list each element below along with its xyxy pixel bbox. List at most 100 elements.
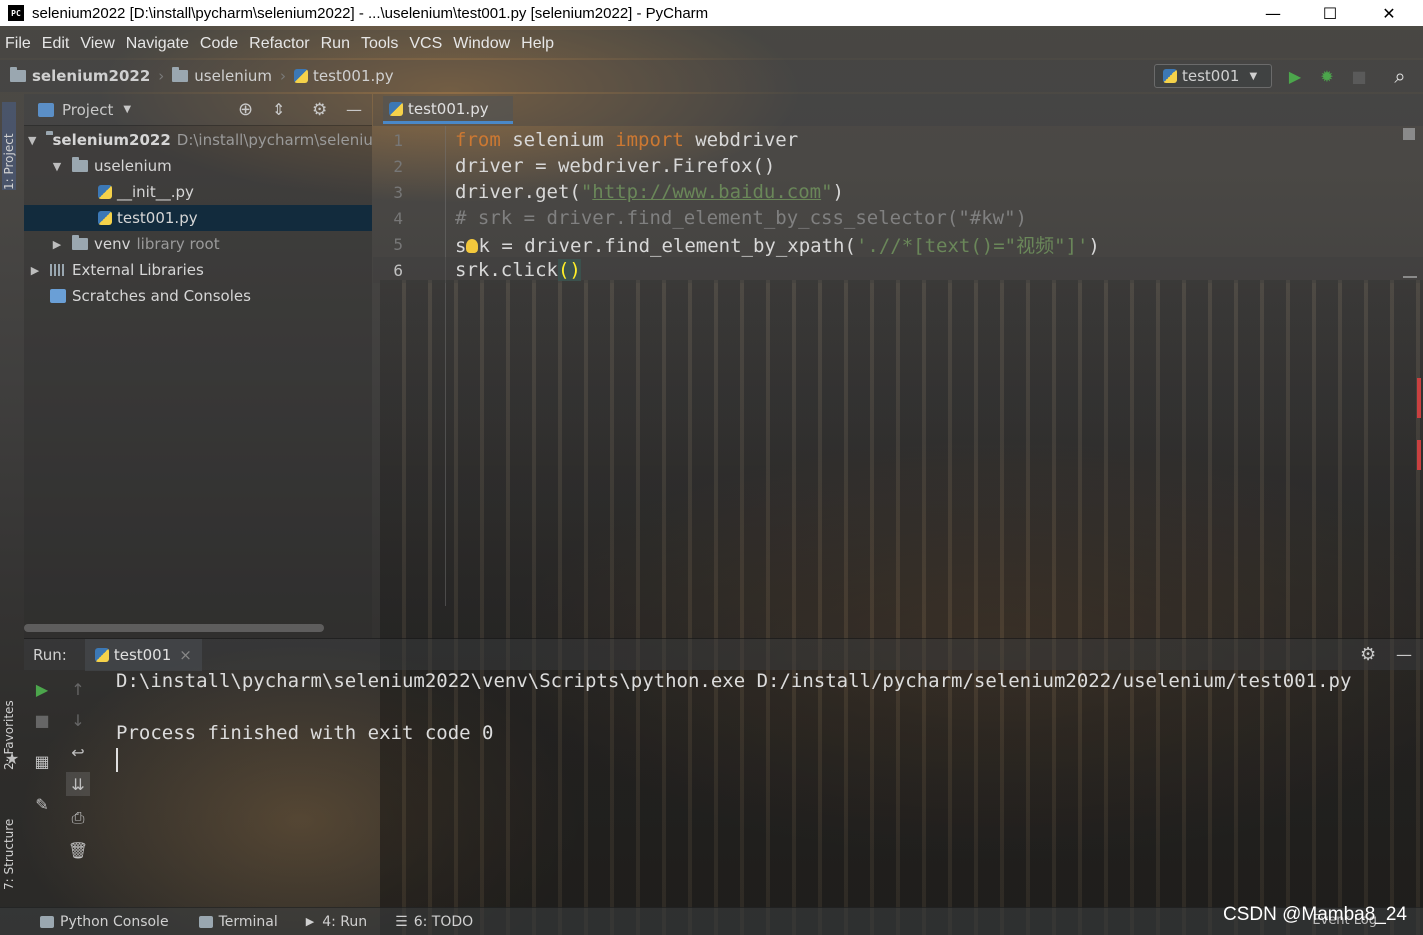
console-output[interactable]: D:\install\pycharm\selenium2022\venv\Scr… bbox=[104, 670, 1423, 905]
tree-item-project-root[interactable]: ▼ selenium2022 D:\install\pycharm\seleni… bbox=[24, 127, 372, 153]
tree-item-init-py[interactable]: __init__.py bbox=[24, 179, 372, 205]
breadcrumb: selenium2022 › uselenium › test001.py bbox=[0, 67, 394, 85]
line-number: 6 bbox=[393, 260, 403, 280]
error-stripe-marker[interactable] bbox=[1417, 378, 1421, 418]
code-line[interactable]: 3 driver.get("http://www.baidu.com") bbox=[373, 179, 1423, 205]
python-console-tab[interactable]: Python Console bbox=[40, 914, 169, 930]
stop-button[interactable]: ■ bbox=[1349, 66, 1369, 86]
project-view-selector[interactable]: Project bbox=[62, 101, 113, 119]
print-icon[interactable]: ⎙ bbox=[66, 806, 90, 830]
terminal-tab[interactable]: Terminal bbox=[198, 914, 278, 930]
menu-refactor[interactable]: Refactor bbox=[249, 35, 309, 53]
breadcrumb-separator: › bbox=[280, 67, 287, 85]
menu-file[interactable]: File bbox=[5, 35, 31, 53]
code-text: srk.click() bbox=[455, 259, 581, 281]
code-line[interactable]: 4 # srk = driver.find_element_by_css_sel… bbox=[373, 205, 1423, 231]
maximize-button[interactable]: ☐ bbox=[1307, 0, 1353, 26]
menu-navigate[interactable]: Navigate bbox=[126, 35, 189, 53]
run-tab-test001[interactable]: test001 × bbox=[84, 638, 202, 671]
terminal-icon bbox=[198, 915, 213, 928]
close-tab-icon[interactable]: × bbox=[179, 646, 192, 664]
locate-file-icon[interactable]: ⊕ bbox=[238, 99, 253, 120]
expand-arrow-icon[interactable]: ▶ bbox=[28, 264, 42, 277]
code-comment: # srk = driver.find_element_by_css_selec… bbox=[455, 207, 1027, 229]
python-file-icon bbox=[389, 101, 403, 116]
library-icon bbox=[50, 264, 66, 276]
line-number: 3 bbox=[393, 182, 403, 202]
code-line[interactable]: 5 sk = driver.find_element_by_xpath('.//… bbox=[373, 231, 1423, 257]
expand-arrow-icon[interactable]: ▼ bbox=[28, 134, 36, 147]
todo-tab[interactable]: ☰ 6: TODO bbox=[395, 914, 473, 930]
menu-tools[interactable]: Tools bbox=[361, 35, 398, 53]
run-button[interactable]: ▶ bbox=[1285, 66, 1305, 86]
up-arrow-icon[interactable]: ↑ bbox=[66, 677, 90, 701]
trash-icon[interactable]: 🗑 bbox=[66, 838, 90, 862]
list-icon: ☰ bbox=[395, 913, 408, 930]
search-everywhere-button[interactable]: ⌕ bbox=[1390, 64, 1410, 88]
tab-label: Python Console bbox=[60, 913, 169, 930]
breadcrumb-folder[interactable]: uselenium bbox=[194, 67, 272, 85]
editor-tab-test001[interactable]: test001.py bbox=[383, 96, 513, 124]
tree-item-label: Scratches and Consoles bbox=[72, 287, 251, 305]
code-line-current[interactable]: 6 srk.click() bbox=[373, 257, 1423, 283]
menu-vcs[interactable]: VCS bbox=[409, 35, 442, 53]
scroll-to-end-icon[interactable]: ⇊ bbox=[66, 772, 90, 796]
lightbulb-icon[interactable] bbox=[466, 239, 479, 253]
pin-icon[interactable]: ✎ bbox=[30, 792, 54, 816]
horizontal-scrollbar[interactable] bbox=[24, 624, 324, 632]
breadcrumb-project[interactable]: selenium2022 bbox=[32, 67, 150, 85]
console-line: Process finished with exit code 0 bbox=[116, 722, 494, 744]
debug-button[interactable]: ✹ bbox=[1317, 66, 1337, 86]
expand-arrow-icon[interactable]: ▶ bbox=[50, 238, 64, 251]
tree-item-scratches[interactable]: Scratches and Consoles bbox=[24, 283, 372, 309]
breadcrumb-file[interactable]: test001.py bbox=[313, 67, 394, 85]
tool-tab-project[interactable]: 1: Project bbox=[2, 102, 16, 190]
run-panel-header: Run: test001 × ⚙ — bbox=[24, 638, 1423, 671]
gear-icon[interactable]: ⚙ bbox=[312, 100, 327, 120]
python-file-icon bbox=[98, 211, 112, 225]
run-tool-tab[interactable]: ▶ 4: Run bbox=[306, 914, 367, 930]
menu-code[interactable]: Code bbox=[200, 35, 238, 53]
gear-icon[interactable]: ⚙ bbox=[1360, 644, 1376, 665]
title-bar: PC selenium2022 [D:\install\pycharm\sele… bbox=[0, 0, 1423, 26]
collapse-all-icon[interactable]: ⇕ bbox=[272, 100, 285, 119]
menu-window[interactable]: Window bbox=[453, 35, 510, 53]
tree-item-external-libraries[interactable]: ▶ External Libraries bbox=[24, 257, 372, 283]
tree-item-label: __init__.py bbox=[117, 183, 194, 201]
code-editor[interactable]: 1 from selenium import webdriver 2 drive… bbox=[373, 126, 1423, 636]
hide-panel-icon[interactable]: — bbox=[1396, 645, 1412, 664]
folder-icon bbox=[72, 235, 88, 250]
run-panel-label: Run: bbox=[33, 645, 67, 664]
error-stripe-marker[interactable] bbox=[1417, 440, 1421, 470]
hide-panel-icon[interactable]: — bbox=[346, 100, 362, 119]
inspection-status-icon[interactable] bbox=[1403, 128, 1415, 140]
run-configuration-select[interactable]: test001 ▼ bbox=[1154, 64, 1272, 88]
menu-help[interactable]: Help bbox=[521, 35, 554, 53]
tab-label: 6: TODO bbox=[413, 913, 474, 930]
down-arrow-icon[interactable]: ↓ bbox=[66, 708, 90, 732]
code-line[interactable]: 2 driver = webdriver.Firefox() bbox=[373, 153, 1423, 179]
rerun-icon[interactable]: ▶ bbox=[30, 677, 54, 701]
tool-tab-structure[interactable]: 7: Structure bbox=[2, 794, 16, 890]
folder-icon bbox=[72, 157, 88, 172]
project-folder-icon bbox=[10, 67, 26, 82]
run-configuration-label: test001 bbox=[1182, 67, 1240, 85]
tree-item-uselenium[interactable]: ▼ uselenium bbox=[24, 153, 372, 179]
stop-icon[interactable]: ■ bbox=[30, 708, 54, 732]
tree-item-venv[interactable]: ▶ venv library root bbox=[24, 231, 372, 257]
layout-icon[interactable]: ▦ bbox=[30, 749, 54, 773]
chevron-down-icon[interactable]: ▼ bbox=[123, 104, 131, 115]
soft-wrap-icon[interactable]: ↩ bbox=[66, 740, 90, 764]
tree-item-label: venv bbox=[94, 235, 131, 253]
menu-view[interactable]: View bbox=[80, 35, 114, 53]
menu-edit[interactable]: Edit bbox=[42, 35, 70, 53]
close-button[interactable]: ✕ bbox=[1366, 0, 1412, 26]
minimize-button[interactable]: — bbox=[1250, 0, 1296, 26]
editor-tab-label: test001.py bbox=[408, 99, 489, 118]
menu-run[interactable]: Run bbox=[321, 35, 350, 53]
star-icon[interactable]: ★ bbox=[0, 746, 24, 770]
tree-item-test001-py[interactable]: test001.py bbox=[24, 205, 372, 231]
play-icon: ▶ bbox=[305, 915, 315, 928]
expand-arrow-icon[interactable]: ▼ bbox=[50, 160, 64, 173]
code-line[interactable]: 1 from selenium import webdriver bbox=[373, 127, 1423, 153]
